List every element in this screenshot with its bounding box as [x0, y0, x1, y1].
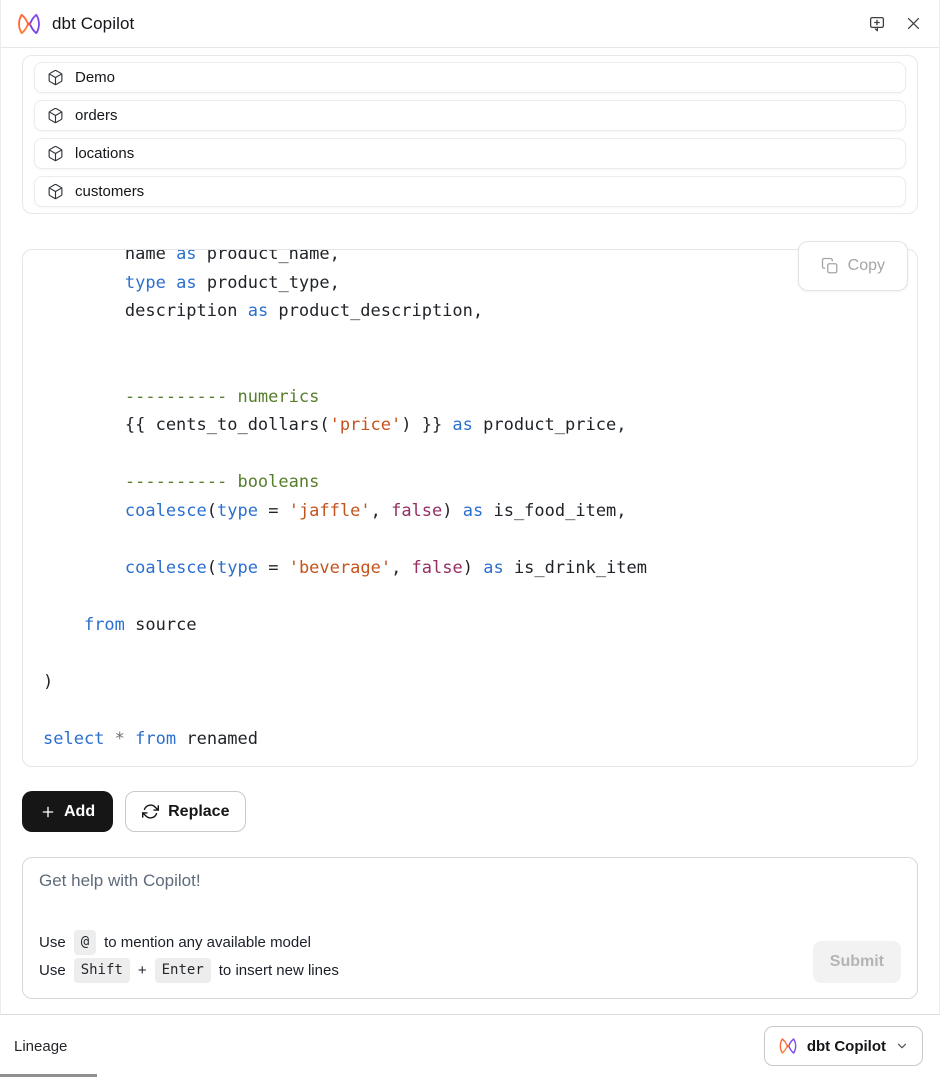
package-icon	[47, 145, 64, 162]
at-key-badge: @	[74, 930, 96, 955]
model-chip-label: orders	[75, 107, 118, 124]
plus-icon	[40, 804, 56, 820]
hint-mention-suffix: to mention any available model	[104, 931, 311, 954]
copilot-selector-label: dbt Copilot	[807, 1038, 886, 1055]
package-icon	[47, 107, 64, 124]
enter-key-badge: Enter	[155, 958, 211, 983]
dbt-copilot-logo-icon	[16, 11, 42, 37]
hint-newline-plus: +	[138, 959, 147, 982]
copilot-input[interactable]	[39, 871, 642, 901]
copy-icon	[821, 257, 839, 275]
tab-lineage[interactable]: Lineage	[14, 1038, 67, 1055]
copy-button-label: Copy	[848, 257, 885, 275]
sql-code-block[interactable]: name as product_name, type as product_ty…	[22, 249, 918, 767]
model-list: Demo orders locations customers	[22, 55, 918, 214]
composer-bottom: Use @ to mention any available model Use…	[39, 930, 901, 983]
model-chip-label: locations	[75, 145, 134, 162]
copilot-selector-button[interactable]: dbt Copilot	[764, 1026, 923, 1066]
model-chip-locations[interactable]: locations	[34, 138, 906, 169]
active-tab-indicator	[0, 1074, 97, 1077]
hint-newline-suffix: to insert new lines	[219, 959, 339, 982]
app-footer: Lineage dbt Copilot	[0, 1015, 940, 1077]
hint-mention-prefix: Use	[39, 931, 66, 954]
close-icon	[905, 15, 922, 32]
model-chip-orders[interactable]: orders	[34, 100, 906, 131]
hint-newline-prefix: Use	[39, 959, 66, 982]
close-button[interactable]	[903, 13, 924, 34]
code-actions-row: Add Replace	[22, 791, 918, 832]
panel-header: dbt Copilot	[1, 0, 939, 48]
composer-hints: Use @ to mention any available model Use…	[39, 930, 339, 983]
panel-header-left: dbt Copilot	[16, 11, 134, 37]
code-content: name as product_name, type as product_ty…	[23, 249, 917, 767]
panel-body: Demo orders locations customers name as …	[1, 48, 939, 1014]
submit-button[interactable]: Submit	[813, 941, 901, 983]
model-chip-label: customers	[75, 183, 144, 200]
hint-newline: Use Shift + Enter to insert new lines	[39, 958, 339, 983]
model-chip-label: Demo	[75, 69, 115, 86]
panel-header-actions	[866, 13, 924, 35]
add-button-label: Add	[64, 803, 95, 821]
popout-button[interactable]	[866, 13, 888, 35]
replace-button-label: Replace	[168, 803, 229, 821]
add-button[interactable]: Add	[22, 791, 113, 832]
package-icon	[47, 69, 64, 86]
package-icon	[47, 183, 64, 200]
refresh-icon	[142, 803, 159, 820]
copilot-composer: Use @ to mention any available model Use…	[22, 857, 918, 999]
model-chip-customers[interactable]: customers	[34, 176, 906, 207]
replace-button[interactable]: Replace	[125, 791, 246, 832]
model-chip-demo[interactable]: Demo	[34, 62, 906, 93]
shift-key-badge: Shift	[74, 958, 130, 983]
code-block-wrapper: name as product_name, type as product_ty…	[22, 249, 918, 767]
dbt-copilot-panel: dbt Copilot	[0, 0, 940, 1015]
panel-title: dbt Copilot	[52, 14, 134, 34]
copy-button[interactable]: Copy	[798, 241, 908, 291]
chevron-down-icon	[895, 1039, 909, 1053]
popout-icon	[868, 15, 886, 33]
dbt-copilot-logo-icon	[778, 1036, 798, 1056]
hint-mention: Use @ to mention any available model	[39, 930, 339, 955]
